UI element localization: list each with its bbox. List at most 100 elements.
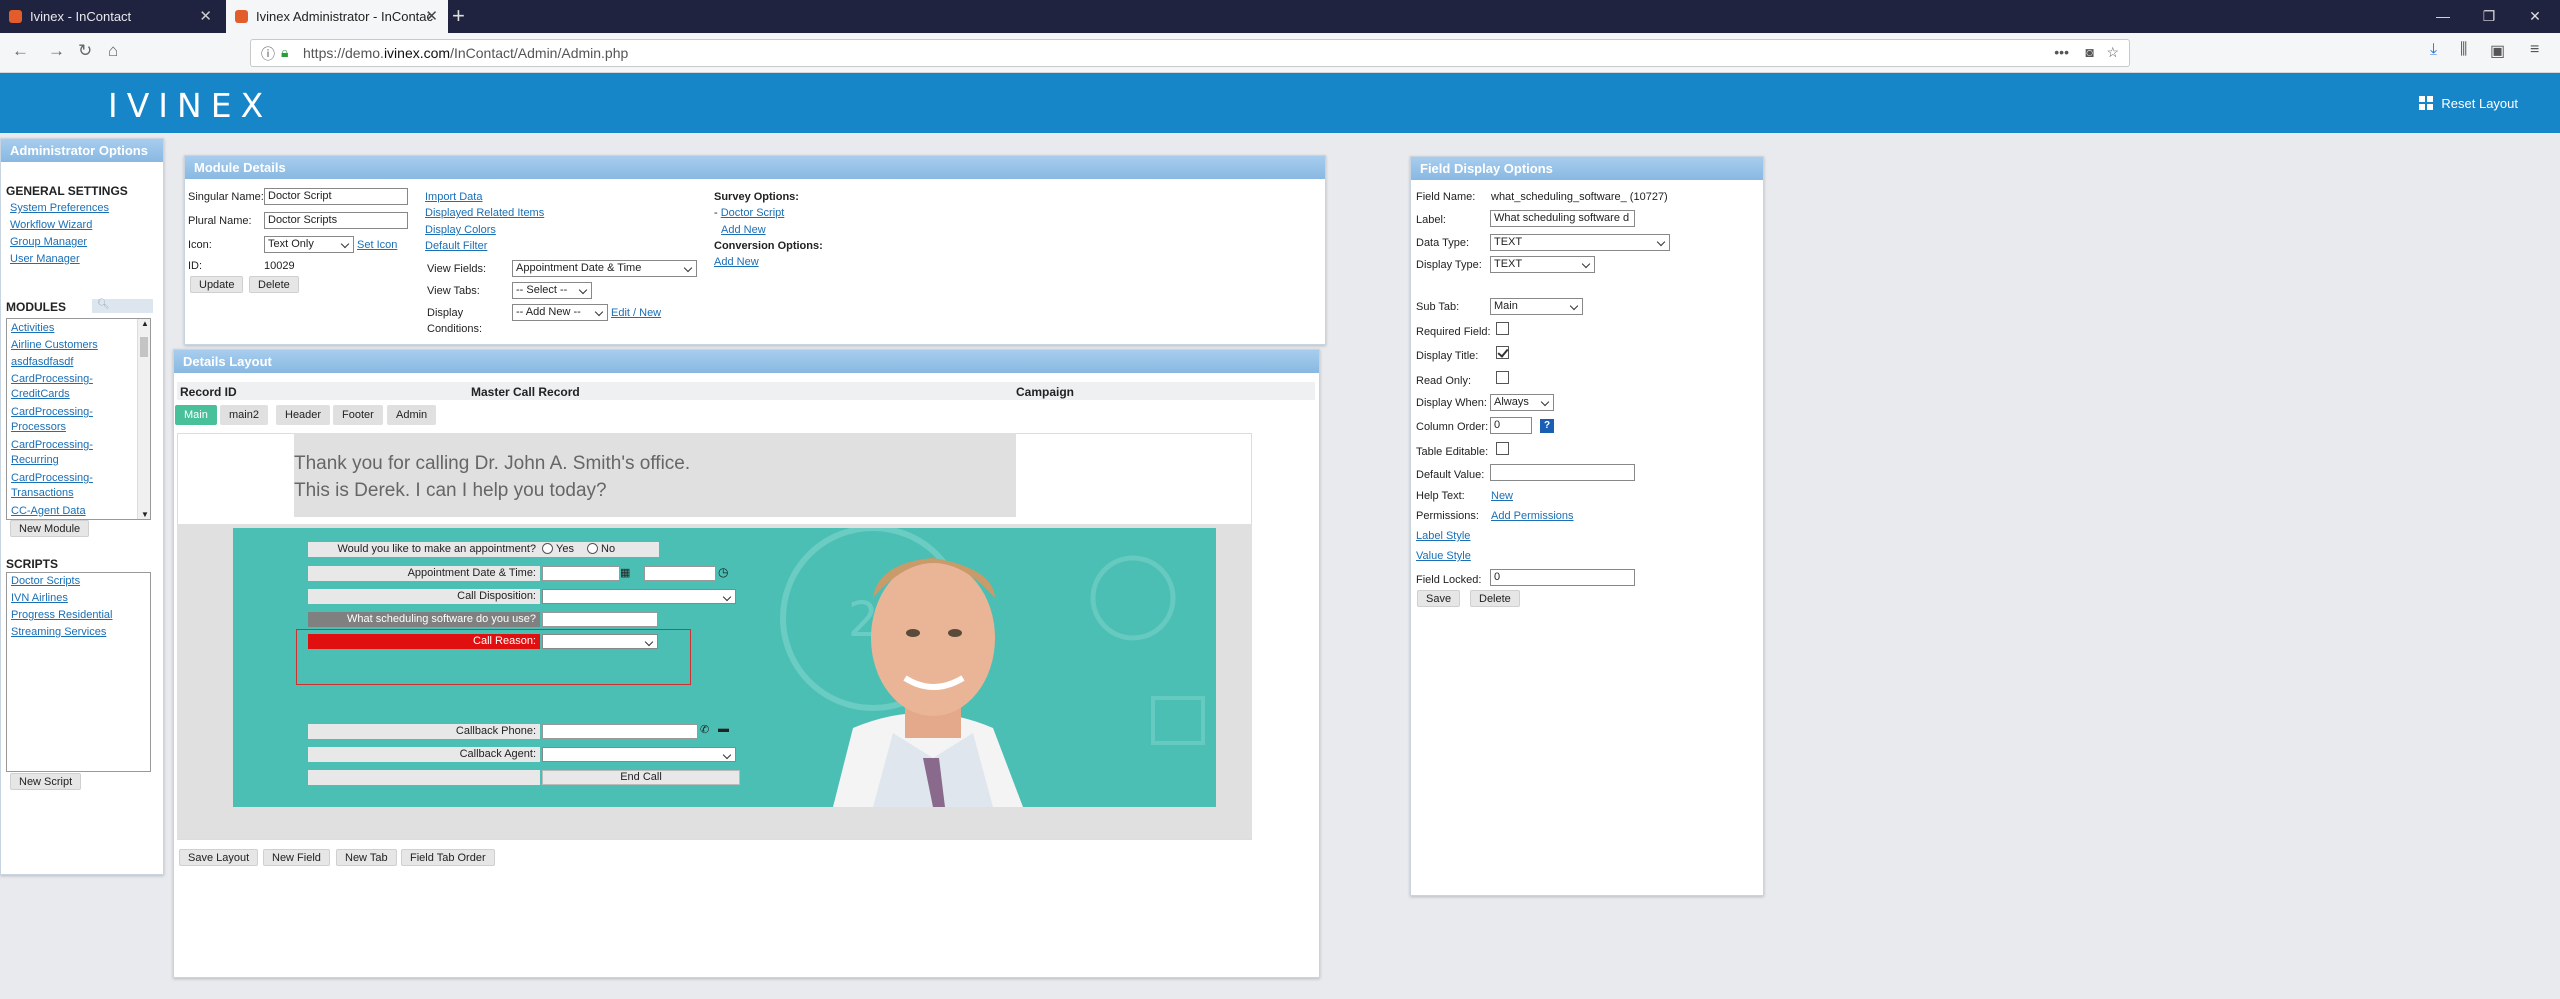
phone-icon[interactable]: ✆ xyxy=(700,723,709,736)
update-button[interactable]: Update xyxy=(190,276,244,293)
module-search-input[interactable]: 🔍︎ xyxy=(92,299,153,313)
help-icon[interactable]: ? xyxy=(1540,419,1554,433)
singular-name-input[interactable]: Doctor Script xyxy=(264,188,408,205)
display-colors-link[interactable]: Display Colors xyxy=(425,224,496,236)
call-reason-select[interactable] xyxy=(542,634,658,649)
tab-admin[interactable]: Admin xyxy=(387,405,437,425)
column-order-input[interactable]: 0 xyxy=(1490,417,1532,434)
display-title-checkbox[interactable] xyxy=(1496,346,1509,359)
list-item[interactable]: CardProcessing- xyxy=(11,472,93,484)
reset-layout-button[interactable]: Reset Layout xyxy=(2419,96,2518,111)
user-manager-link[interactable]: User Manager xyxy=(10,253,80,265)
field-tab-order-button[interactable]: Field Tab Order xyxy=(401,849,495,866)
callback-phone-input[interactable] xyxy=(542,724,698,739)
close-tab-icon[interactable]: ✕ xyxy=(199,0,212,33)
new-tab-button[interactable]: New Tab xyxy=(336,849,397,866)
help-text-new-link[interactable]: New xyxy=(1491,490,1513,502)
workflow-wizard-link[interactable]: Workflow Wizard xyxy=(10,219,92,231)
import-data-link[interactable]: Import Data xyxy=(425,191,482,203)
tab-main2[interactable]: main2 xyxy=(220,405,268,425)
plural-name-input[interactable]: Doctor Scripts xyxy=(264,212,408,229)
list-item[interactable]: CC-Agent Data xyxy=(11,505,86,517)
list-item[interactable]: CardProcessing- xyxy=(11,373,93,385)
list-item[interactable]: asdfasdfasdf xyxy=(11,356,73,368)
display-conditions-select[interactable]: -- Add New -- xyxy=(512,304,608,321)
bookmark-star-icon[interactable]: ☆ xyxy=(2106,44,2119,61)
url-bar[interactable]: ⓘ 🔒︎ https://demo.ivinex.com/InContact/A… xyxy=(250,39,2130,67)
group-manager-link[interactable]: Group Manager xyxy=(10,236,87,248)
minimize-icon[interactable]: — xyxy=(2420,0,2466,33)
restore-icon[interactable]: ❐ xyxy=(2466,0,2512,33)
list-item[interactable]: Airline Customers xyxy=(11,339,98,351)
tab-header[interactable]: Header xyxy=(276,405,331,425)
list-item[interactable]: Streaming Services xyxy=(11,626,106,638)
survey-add-new-link[interactable]: Add New xyxy=(721,224,766,236)
chat-icon[interactable]: ▬ xyxy=(718,723,729,735)
yes-radio[interactable]: Yes xyxy=(542,543,574,555)
home-icon[interactable]: ⌂ xyxy=(108,41,118,61)
scrollbar-thumb[interactable] xyxy=(140,337,148,357)
doctor-script-survey-link[interactable]: Doctor Script xyxy=(721,207,785,219)
conversion-add-new-link[interactable]: Add New xyxy=(714,256,759,268)
save-field-button[interactable]: Save xyxy=(1417,590,1461,607)
library-icon[interactable]: ⫼ xyxy=(2460,41,2467,59)
default-filter-link[interactable]: Default Filter xyxy=(425,240,487,252)
back-icon[interactable]: ← xyxy=(12,41,29,61)
new-tab-icon[interactable]: + xyxy=(452,0,465,33)
call-disposition-select[interactable] xyxy=(542,589,736,604)
list-item[interactable]: Recurring xyxy=(11,454,59,466)
required-field-checkbox[interactable] xyxy=(1496,322,1509,335)
scroll-up-icon[interactable]: ▲ xyxy=(141,319,149,328)
sub-tab-select[interactable]: Main xyxy=(1490,298,1583,315)
no-radio[interactable]: No xyxy=(587,543,615,555)
display-type-select[interactable]: TEXT xyxy=(1490,256,1595,273)
scroll-down-icon[interactable]: ▼ xyxy=(141,510,149,519)
appointment-time-input[interactable] xyxy=(644,566,716,581)
scheduling-software-input[interactable] xyxy=(542,612,658,627)
clock-icon[interactable]: ◷ xyxy=(718,565,732,580)
list-item[interactable]: Activities xyxy=(11,322,54,334)
label-style-link[interactable]: Label Style xyxy=(1416,530,1470,542)
set-icon-link[interactable]: Set Icon xyxy=(357,239,397,251)
view-tabs-select[interactable]: -- Select -- xyxy=(512,282,592,299)
default-value-input[interactable] xyxy=(1490,464,1635,481)
new-script-button[interactable]: New Script xyxy=(10,773,82,790)
menu-icon[interactable]: ≡ xyxy=(2530,41,2539,59)
list-item[interactable]: Processors xyxy=(11,421,66,433)
value-style-link[interactable]: Value Style xyxy=(1416,550,1471,562)
displayed-related-items-link[interactable]: Displayed Related Items xyxy=(425,207,544,219)
add-permissions-link[interactable]: Add Permissions xyxy=(1491,510,1574,522)
download-icon[interactable]: ⤓ xyxy=(2430,41,2437,59)
list-item[interactable]: Doctor Scripts xyxy=(11,575,80,587)
new-module-button[interactable]: New Module xyxy=(10,520,90,537)
browser-tab-ivinex-incontact[interactable]: Ivinex - InContact ✕ xyxy=(0,0,222,33)
new-field-button[interactable]: New Field xyxy=(263,849,330,866)
icon-select[interactable]: Text Only xyxy=(264,236,354,253)
list-item[interactable]: CardProcessing- xyxy=(11,406,93,418)
modules-list[interactable]: Activities Airline Customers asdfasdfasd… xyxy=(6,318,151,520)
table-editable-checkbox[interactable] xyxy=(1496,442,1509,455)
read-only-checkbox[interactable] xyxy=(1496,371,1509,384)
data-type-select[interactable]: TEXT xyxy=(1490,234,1670,251)
view-fields-select[interactable]: Appointment Date & Time xyxy=(512,260,697,277)
label-input[interactable]: What scheduling software d xyxy=(1490,210,1635,227)
field-locked-input[interactable]: 0 xyxy=(1490,569,1635,586)
delete-module-button[interactable]: Delete xyxy=(249,276,299,293)
end-call-button[interactable]: End Call xyxy=(542,770,740,785)
pocket-icon[interactable]: ◙ xyxy=(2086,44,2094,60)
list-item[interactable]: CreditCards xyxy=(11,388,70,400)
close-window-icon[interactable]: ✕ xyxy=(2512,0,2558,33)
delete-field-button[interactable]: Delete xyxy=(1470,590,1520,607)
display-when-select[interactable]: Always xyxy=(1490,394,1554,411)
radio-icon[interactable] xyxy=(587,543,599,554)
page-actions-icon[interactable]: ••• xyxy=(2054,44,2069,60)
calendar-icon[interactable]: ▦ xyxy=(620,566,634,581)
call-reason-label[interactable]: Call Reason: xyxy=(308,634,540,649)
save-layout-button[interactable]: Save Layout xyxy=(179,849,259,866)
scheduling-software-label[interactable]: What scheduling software do you use? xyxy=(308,612,540,627)
list-item[interactable]: IVN Airlines xyxy=(11,592,68,604)
tab-footer[interactable]: Footer xyxy=(333,405,383,425)
modules-scrollbar[interactable]: ▲ ▼ xyxy=(137,319,150,519)
system-preferences-link[interactable]: System Preferences xyxy=(10,202,109,214)
list-item[interactable]: CardProcessing- xyxy=(11,439,93,451)
